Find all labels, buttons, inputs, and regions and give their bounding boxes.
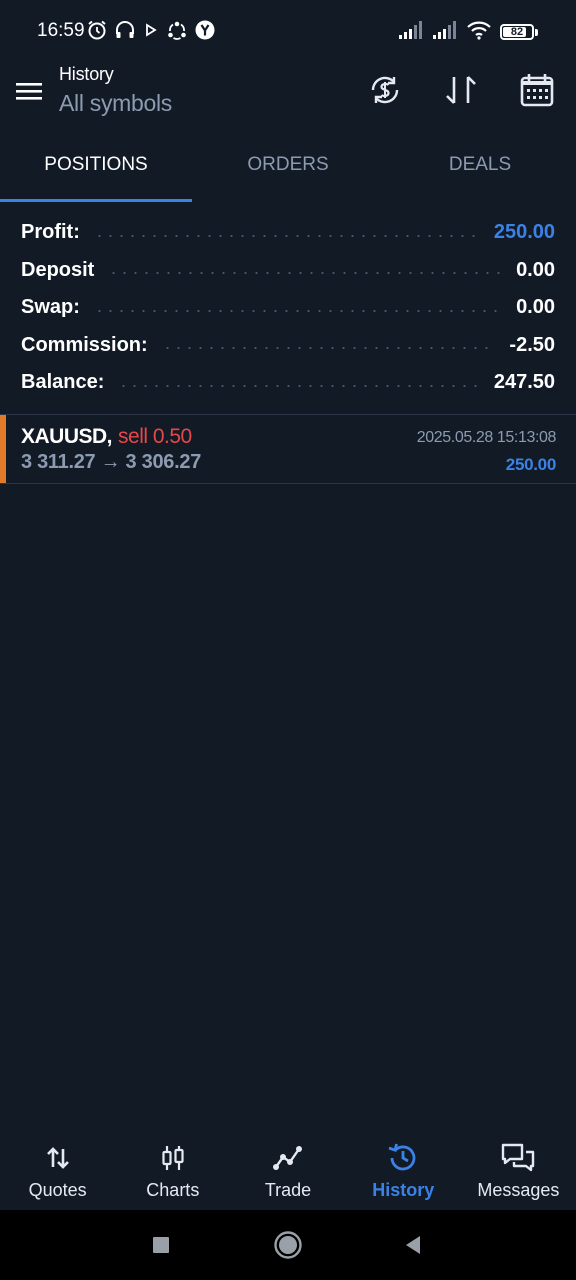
trade-icon <box>268 1140 308 1176</box>
summary-value: 250.00 <box>493 221 555 244</box>
home-button[interactable] <box>273 1230 303 1260</box>
calendar-button[interactable] <box>517 70 557 110</box>
battery-tip <box>535 28 538 36</box>
tab-deals[interactable]: DEALS <box>384 128 576 202</box>
yandex-icon <box>194 19 216 46</box>
menu-button[interactable] <box>14 76 44 106</box>
nav-label: Quotes <box>28 1180 87 1200</box>
nav-label: History <box>372 1180 435 1200</box>
currency-refresh-button[interactable] <box>365 70 405 110</box>
messages-icon <box>498 1140 538 1176</box>
position-row[interactable]: XAUUSD, sell 0.50 3 311.27 → 3 306.27 202… <box>0 414 576 484</box>
play-icon <box>142 19 160 46</box>
back-triangle-icon <box>406 1236 420 1254</box>
status-icons-right: 82 <box>398 19 538 45</box>
status-icons-left <box>86 19 216 45</box>
summary-value: 247.50 <box>493 371 555 394</box>
summary-label: Profit: <box>21 221 80 244</box>
dot-leader <box>108 272 503 275</box>
history-screen: 16:59 82 History All symbols POSITIONS O… <box>0 0 576 1280</box>
summary-value: -2.50 <box>509 333 555 356</box>
sync-icon <box>166 19 188 46</box>
summary-row-deposit: Deposit 0.00 <box>21 252 555 290</box>
summary-label: Swap: <box>21 296 80 319</box>
dot-leader <box>93 234 480 237</box>
status-bar: 16:59 82 <box>0 0 576 62</box>
dot-leader <box>161 347 496 350</box>
summary-value: 0.00 <box>516 258 555 281</box>
system-nav-bar <box>0 1210 576 1280</box>
tab-orders[interactable]: ORDERS <box>192 128 384 202</box>
alarm-icon <box>86 19 108 46</box>
bottom-nav: Quotes Charts Trade History Messages <box>0 1128 576 1210</box>
nav-trade[interactable]: Trade <box>230 1128 345 1210</box>
page-title: History <box>59 64 114 84</box>
battery-icon: 82 <box>500 24 538 40</box>
position-profit: 250.00 <box>505 455 557 474</box>
summary-label: Balance: <box>21 371 105 394</box>
back-button[interactable] <box>398 1230 428 1260</box>
summary-row-balance: Balance: 247.50 <box>21 364 555 402</box>
headphones-icon <box>114 19 136 46</box>
calendar-icon <box>520 74 554 107</box>
home-circle-icon <box>274 1231 302 1259</box>
nav-messages[interactable]: Messages <box>461 1128 576 1210</box>
quotes-icon <box>38 1140 78 1176</box>
signal-icon <box>398 20 424 45</box>
summary-value: 0.00 <box>516 296 555 319</box>
position-side-marker <box>0 415 6 483</box>
battery-level: 82 <box>510 26 524 38</box>
position-symbol-line: XAUUSD, sell 0.50 <box>21 425 192 449</box>
history-icon <box>383 1140 423 1176</box>
recents-button[interactable] <box>146 1230 176 1260</box>
signal-icon <box>432 20 458 45</box>
summary-label: Commission: <box>21 333 148 356</box>
summary-label: Deposit <box>21 258 95 281</box>
nav-label: Charts <box>146 1180 200 1200</box>
battery: 82 <box>500 24 534 40</box>
nav-label: Messages <box>477 1180 560 1200</box>
symbol-filter[interactable]: All symbols <box>59 90 172 117</box>
position-symbol: XAUUSD, <box>21 425 113 448</box>
sort-button[interactable] <box>441 70 481 110</box>
summary-row-profit: Profit: 250.00 <box>21 214 555 252</box>
position-time: 2025.05.28 15:13:08 <box>416 429 557 446</box>
charts-icon <box>153 1140 193 1176</box>
currency-refresh-icon <box>371 76 399 104</box>
app-bar: History All symbols <box>0 62 576 128</box>
hamburger-icon <box>16 83 42 100</box>
summary-row-commission: Commission: -2.50 <box>21 327 555 365</box>
history-tabs: POSITIONS ORDERS DEALS <box>0 128 576 202</box>
sort-icon <box>446 76 476 104</box>
summary-block: Profit: 250.00 Deposit 0.00 Swap: 0.00 C… <box>21 214 555 402</box>
nav-label: Trade <box>264 1180 312 1200</box>
dot-leader <box>93 309 503 312</box>
summary-row-swap: Swap: 0.00 <box>21 289 555 327</box>
position-prices: 3 311.27 → 3 306.27 <box>21 451 202 473</box>
dot-leader <box>118 384 480 387</box>
tab-positions[interactable]: POSITIONS <box>0 128 192 202</box>
square-icon <box>153 1237 169 1253</box>
nav-charts[interactable]: Charts <box>115 1128 230 1210</box>
status-time: 16:59 <box>37 20 85 41</box>
wifi-icon <box>466 20 492 45</box>
nav-quotes[interactable]: Quotes <box>0 1128 115 1210</box>
position-type: sell 0.50 <box>118 425 192 448</box>
nav-history[interactable]: History <box>346 1128 461 1210</box>
